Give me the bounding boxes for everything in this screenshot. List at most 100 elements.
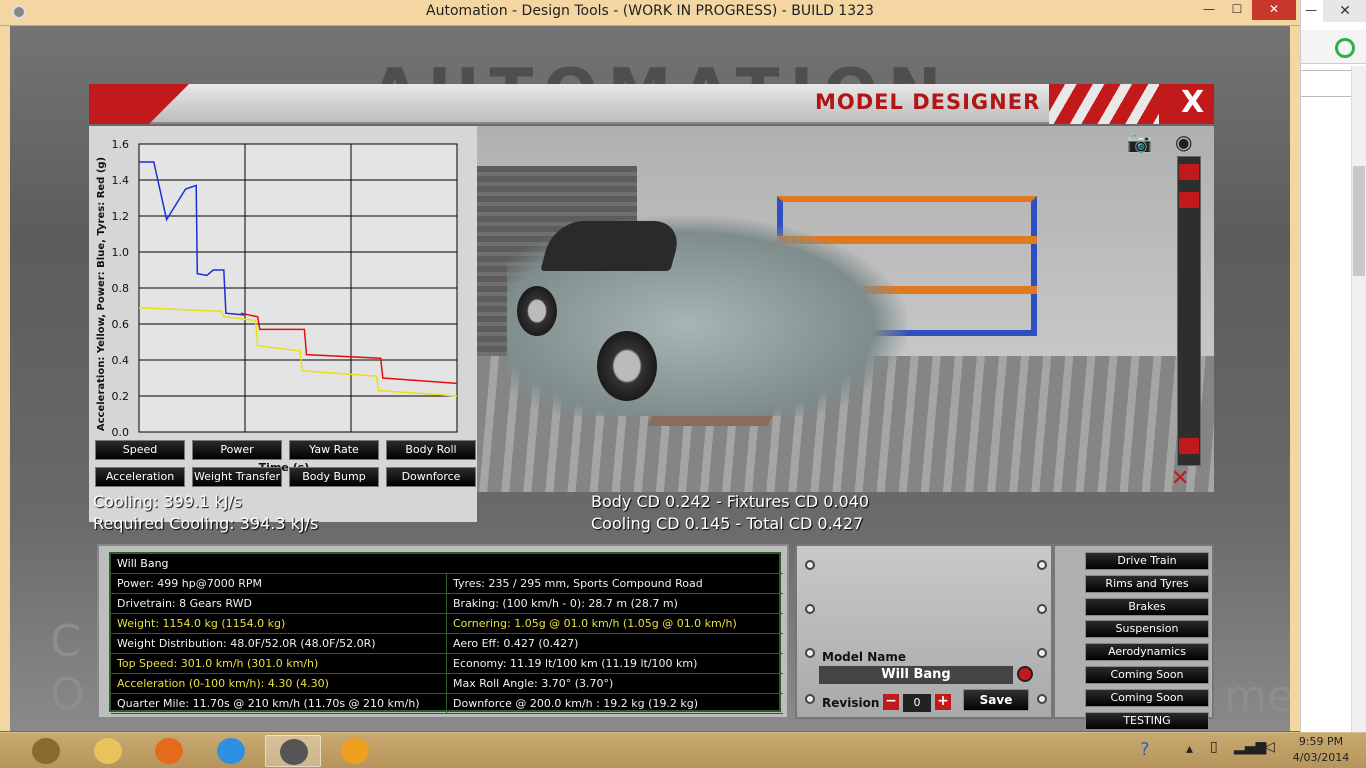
browser-close-button[interactable]: ✕	[1323, 0, 1366, 22]
notification-icon[interactable]: ?	[1140, 739, 1150, 760]
graph-button-downforce[interactable]: Downforce	[386, 467, 476, 487]
taskbar-app-1[interactable]	[18, 735, 74, 767]
graph-button-speed[interactable]: Speed	[95, 440, 185, 460]
graph-button-body-roll[interactable]: Body Roll	[386, 440, 476, 460]
info-cell-right: Max Roll Angle: 3.70° (3.70°)	[453, 677, 614, 690]
model-name-panel: Model Name Will Bang Revision − 0 + Save	[795, 544, 1053, 719]
graph-button-power[interactable]: Power	[192, 440, 282, 460]
car-info-table: Will Bang Power: 499 hp@7000 RPM Tyres: 2…	[109, 552, 783, 714]
menu-button-testing[interactable]: TESTING	[1085, 711, 1209, 730]
system-tray: ? ▴ ▯ ▂▄▆ ◁	[1140, 739, 1280, 763]
graph-button-body-bump[interactable]: Body Bump	[289, 467, 379, 487]
browser-toolbar	[1301, 30, 1366, 64]
show-hidden-icon[interactable]: ▴	[1186, 741, 1193, 757]
designer-header: MODEL DESIGNER X	[89, 84, 1214, 124]
screw-icon	[805, 648, 815, 658]
background-browser-window[interactable]: — ✕	[1300, 0, 1366, 732]
background-text-right: me	[1224, 671, 1290, 722]
model-designer-panel: MODEL DESIGNER X 0.0 0.2 0.4 0.6 0.8 1.0 1.2 1.…	[89, 84, 1214, 730]
reset-view-icon[interactable]: ✕	[1171, 466, 1189, 491]
menu-button-coming-soon[interactable]: Coming Soon	[1085, 688, 1209, 707]
background-text-left: C O	[50, 616, 85, 722]
info-cell-left: Weight Distribution: 48.0F/52.0R (48.0F/…	[111, 634, 447, 654]
y-tick-label: 0.8	[112, 282, 130, 295]
car-3d-view[interactable]: 📷 ◉ ✕	[477, 126, 1214, 492]
info-cell-left: Weight: 1154.0 kg (1154.0 kg)	[111, 614, 447, 634]
menu-button-rims-and-tyres[interactable]: Rims and Tyres	[1085, 574, 1209, 593]
clock[interactable]: 9:59 PM 4/03/2014	[1286, 734, 1356, 766]
info-cell-right: Downforce @ 200.0 km/h : 19.2 kg (19.2 k…	[453, 697, 699, 710]
screw-icon	[805, 560, 815, 570]
model-name-reset-icon[interactable]	[1017, 666, 1033, 682]
volume-icon[interactable]: ◁	[1264, 739, 1275, 755]
window-title: Automation - Design Tools - (WORK IN PRO…	[426, 3, 874, 19]
header-stripe-left	[89, 84, 189, 124]
info-cell-right: Tyres: 235 / 295 mm, Sports Compound Roa…	[453, 577, 703, 590]
y-tick-label: 0.0	[112, 426, 130, 439]
info-row: Power: 499 hp@7000 RPM Tyres: 235 / 295 m…	[111, 574, 783, 594]
info-cell-right: Braking: (100 km/h - 0): 28.7 m (28.7 m)	[453, 597, 678, 610]
designer-close-button[interactable]: X	[1181, 85, 1204, 120]
taskbar-app-2[interactable]	[80, 735, 136, 767]
window-frame-left	[0, 26, 10, 731]
graph-button-yaw-rate[interactable]: Yaw Rate	[289, 440, 379, 460]
save-button[interactable]: Save	[963, 689, 1029, 711]
maximize-button[interactable]: ☐	[1224, 0, 1250, 20]
model-name-input[interactable]: Will Bang	[819, 666, 1013, 684]
menu-button-suspension[interactable]: Suspension	[1085, 620, 1209, 639]
divider	[1301, 70, 1351, 71]
screw-icon	[1037, 560, 1047, 570]
car-wheel-front	[597, 331, 657, 401]
browser-minimize-button[interactable]: —	[1301, 0, 1321, 22]
cooling-stat: Cooling: 399.1 kJ/s	[93, 492, 243, 511]
y-tick-label: 1.6	[112, 138, 130, 151]
screw-icon	[805, 604, 815, 614]
y-tick-label: 1.2	[112, 210, 130, 223]
body-cd-stat: Body CD 0.242 - Fixtures CD 0.040	[591, 492, 870, 511]
performance-chart: 0.00.20.40.60.81.01.21.41.6010Time (s)Ac…	[96, 138, 458, 474]
browser-scrollbar-thumb[interactable]	[1353, 166, 1365, 276]
title-bar: Automation - Design Tools - (WORK IN PRO…	[0, 0, 1300, 26]
screw-icon	[1037, 694, 1047, 704]
window-frame-right	[1290, 26, 1300, 731]
slider-up-arrow-icon[interactable]	[1179, 164, 1199, 180]
info-row: Drivetrain: 8 Gears RWD Braking: (100 km/…	[111, 594, 783, 614]
menu-button-coming-soon[interactable]: Coming Soon	[1085, 666, 1209, 684]
slider-handle[interactable]	[1179, 192, 1199, 208]
slider-down-arrow-icon[interactable]	[1179, 438, 1199, 454]
taskbar-app-5[interactable]	[265, 735, 321, 767]
eye-icon[interactable]: ◉	[1175, 130, 1211, 154]
info-row: Weight Distribution: 48.0F/52.0R (48.0F/…	[111, 634, 783, 654]
internet-explorer-icon	[217, 738, 245, 764]
camera-icon[interactable]: 📷	[1127, 130, 1163, 154]
extension-icon[interactable]	[1335, 38, 1355, 58]
info-row: Weight: 1154.0 kg (1154.0 kg) Cornering: …	[111, 614, 783, 634]
screw-icon	[805, 694, 815, 704]
taskbar: ? ▴ ▯ ▂▄▆ ◁ 9:59 PM 4/03/2014	[0, 732, 1366, 768]
close-window-button[interactable]: ✕	[1252, 0, 1296, 20]
graph-button-acceleration[interactable]: Acceleration	[95, 467, 185, 487]
info-row: Quarter Mile: 11.70s @ 210 km/h (11.70s …	[111, 694, 783, 714]
background-text-line-2: O	[50, 668, 85, 720]
menu-button-brakes[interactable]: Brakes	[1085, 597, 1209, 616]
menu-button-aerodynamics[interactable]: Aerodynamics	[1085, 643, 1209, 662]
y-axis-label: Acceleration: Yellow, Power: Blue, Tyres…	[96, 157, 107, 431]
revision-increment-button[interactable]: +	[935, 694, 951, 710]
network-icon[interactable]: ▯	[1210, 739, 1218, 755]
info-cell-left: Power: 499 hp@7000 RPM	[111, 574, 447, 594]
taskbar-app-3[interactable]	[141, 735, 197, 767]
revision-label: Revision	[822, 696, 880, 710]
taskbar-app-6[interactable]	[327, 735, 383, 767]
revision-decrement-button[interactable]: −	[883, 694, 899, 710]
game-app-icon	[341, 738, 369, 764]
info-cell-right: Cornering: 1.05g @ 01.0 km/h (1.05g @ 01…	[453, 617, 737, 630]
signal-icon[interactable]: ▂▄▆	[1234, 739, 1266, 755]
menu-button-drive-train[interactable]: Drive Train	[1085, 552, 1209, 570]
aero-cooling-stats: Cooling: 399.1 kJ/s Required Cooling: 39…	[89, 492, 1214, 540]
designer-title: MODEL DESIGNER	[815, 90, 1041, 114]
minimize-button[interactable]: —	[1196, 0, 1222, 20]
info-cell-left: Drivetrain: 8 Gears RWD	[111, 594, 447, 614]
info-cell-right: Economy: 11.19 lt/100 km (11.19 lt/100 k…	[453, 657, 698, 670]
graph-button-weight-transfer[interactable]: Weight Transfer	[192, 467, 282, 487]
taskbar-app-4[interactable]	[203, 735, 259, 767]
